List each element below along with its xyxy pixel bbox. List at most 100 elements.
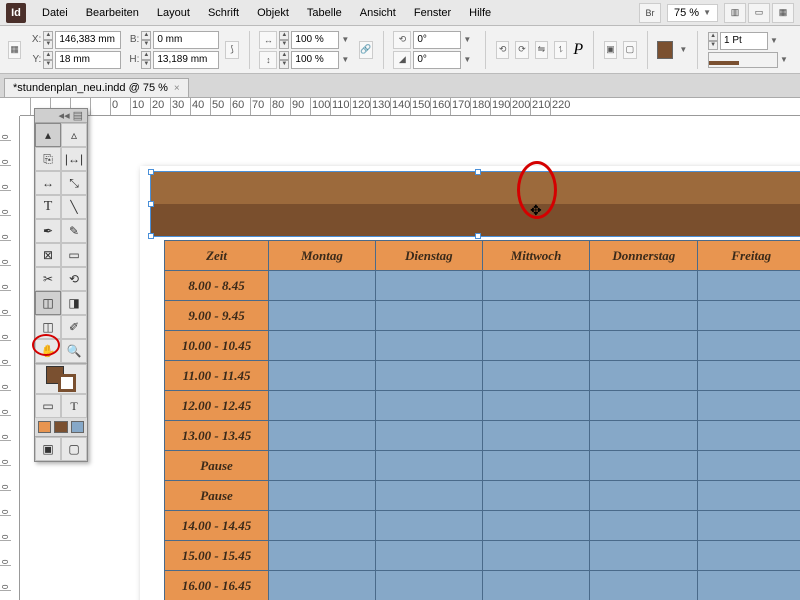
- stroke-weight-input[interactable]: 1 Pt: [720, 32, 768, 50]
- fill-stroke-swatch[interactable]: [35, 364, 87, 394]
- selection-box: [150, 171, 800, 237]
- menu-objekt[interactable]: Objekt: [249, 3, 297, 23]
- handle-n[interactable]: [475, 169, 481, 175]
- th-dienstag: Dienstag: [375, 241, 482, 271]
- rotate-ccw-icon[interactable]: ⟲: [496, 41, 509, 59]
- bridge-icon[interactable]: Br: [639, 3, 661, 23]
- content-placer-tool[interactable]: ⤡: [61, 171, 87, 195]
- workspace[interactable]: ✥ Zeit Montag Dienstag Mittwoch Donnerst…: [20, 116, 800, 600]
- zoom-tool[interactable]: 🔍: [61, 339, 87, 363]
- free-transform-tool[interactable]: ⟲: [61, 267, 87, 291]
- rect-frame-tool[interactable]: ⊠: [35, 243, 61, 267]
- gradient-feather-tool[interactable]: ◨: [61, 291, 87, 315]
- flip-h-icon[interactable]: ⇋: [535, 41, 548, 59]
- th-donnerstag: Donnerstag: [590, 241, 698, 271]
- h-label: H:: [125, 54, 139, 65]
- time-row: 9.00 - 9.45: [165, 301, 269, 331]
- shear-input[interactable]: 0°: [413, 51, 461, 69]
- handle-s[interactable]: [475, 233, 481, 239]
- handle-nw[interactable]: [148, 169, 154, 175]
- gradient-swatch-tool[interactable]: ◫: [35, 291, 61, 315]
- scale-x-input[interactable]: 100 %: [291, 31, 339, 49]
- timetable[interactable]: Zeit Montag Dienstag Mittwoch Donnerstag…: [164, 240, 800, 600]
- direct-select-tool[interactable]: ▵: [61, 123, 87, 147]
- menu-fenster[interactable]: Fenster: [406, 3, 459, 23]
- th-mittwoch: Mittwoch: [482, 241, 589, 271]
- hand-tool[interactable]: ✋: [35, 339, 61, 363]
- swatch-1[interactable]: [38, 421, 51, 433]
- screen-mode-icon[interactable]: ▭: [748, 3, 770, 23]
- document-tab[interactable]: *stundenplan_neu.indd @ 75 % ×: [4, 78, 189, 97]
- zoom-level[interactable]: 75 %▼: [667, 4, 718, 22]
- pause-row: Pause: [165, 451, 269, 481]
- fill-swatch[interactable]: [657, 41, 673, 59]
- vertical-ruler: 000 000 000 000 000 000 0: [0, 116, 20, 600]
- flip-v-icon[interactable]: ⥍: [554, 41, 567, 59]
- close-tab-icon[interactable]: ×: [174, 83, 180, 94]
- content-collector-tool[interactable]: ↔: [35, 171, 61, 195]
- time-row: 11.00 - 11.45: [165, 361, 269, 391]
- h-input[interactable]: 13,189 mm: [153, 51, 219, 69]
- pause-row: Pause: [165, 481, 269, 511]
- palette-header[interactable]: ◂◂▤: [35, 109, 87, 123]
- scale-y-icon: ↕: [259, 51, 277, 69]
- th-montag: Montag: [269, 241, 376, 271]
- type-tool[interactable]: T: [35, 195, 61, 219]
- document-tabs: *stundenplan_neu.indd @ 75 % ×: [0, 74, 800, 98]
- apply-to-text-tool[interactable]: T: [61, 394, 87, 418]
- time-row: 16.00 - 16.45: [165, 571, 269, 600]
- constrain-icon[interactable]: ⟆: [225, 41, 238, 59]
- rotate-input[interactable]: 0°: [413, 31, 461, 49]
- note-tool[interactable]: ◫: [35, 315, 61, 339]
- control-bar: ▦ X:▲▼146,383 mm B:▲▼0 mm Y:▲▼18 mm H:▲▼…: [0, 26, 800, 74]
- time-row: 10.00 - 10.45: [165, 331, 269, 361]
- eyedropper-tool[interactable]: ✐: [61, 315, 87, 339]
- view-mode-normal[interactable]: ▣: [35, 437, 61, 461]
- menu-layout[interactable]: Layout: [149, 3, 198, 23]
- swatch-3[interactable]: [71, 421, 84, 433]
- menu-datei[interactable]: Datei: [34, 3, 76, 23]
- handle-sw[interactable]: [148, 233, 154, 239]
- selection-tool[interactable]: ▴: [35, 123, 61, 147]
- line-tool[interactable]: ╲: [61, 195, 87, 219]
- menu-schrift[interactable]: Schrift: [200, 3, 247, 23]
- page-tool[interactable]: ⎘: [35, 147, 61, 171]
- menu-ansicht[interactable]: Ansicht: [352, 3, 404, 23]
- handle-w[interactable]: [148, 201, 154, 207]
- view-mode-icon[interactable]: ▥: [724, 3, 746, 23]
- apply-color-tool[interactable]: ▭: [35, 394, 61, 418]
- time-row: 13.00 - 13.45: [165, 421, 269, 451]
- header-rectangle[interactable]: [150, 171, 800, 237]
- scale-y-input[interactable]: 100 %: [291, 51, 339, 69]
- menu-bearbeiten[interactable]: Bearbeiten: [78, 3, 147, 23]
- menu-hilfe[interactable]: Hilfe: [461, 3, 499, 23]
- view-mode-preview[interactable]: ▢: [61, 437, 87, 461]
- w-input[interactable]: 0 mm: [153, 31, 219, 49]
- scale-x-icon: ↔: [259, 31, 277, 49]
- arrange-icon[interactable]: ▦: [772, 3, 794, 23]
- link-scale-icon[interactable]: 🔗: [359, 41, 372, 59]
- ref-point-icon[interactable]: ▦: [8, 41, 21, 59]
- x-input[interactable]: 146,383 mm: [55, 31, 121, 49]
- x-label: X:: [27, 34, 41, 45]
- th-zeit: Zeit: [165, 241, 269, 271]
- rotate-cw-icon[interactable]: ⟳: [515, 41, 528, 59]
- scissors-tool[interactable]: ✂: [35, 267, 61, 291]
- swatch-row: [35, 418, 87, 436]
- rectangle-tool[interactable]: ▭: [61, 243, 87, 267]
- tools-palette[interactable]: ◂◂▤ ▴ ▵ ⎘ |↔| ↔ ⤡ T ╲ ✒ ✎ ⊠ ▭ ✂ ⟲ ◫ ◨ ◫ …: [34, 108, 88, 462]
- select-content-icon[interactable]: ▢: [623, 41, 636, 59]
- th-freitag: Freitag: [698, 241, 800, 271]
- y-input[interactable]: 18 mm: [55, 51, 121, 69]
- pen-tool[interactable]: ✒: [35, 219, 61, 243]
- time-row: 12.00 - 12.45: [165, 391, 269, 421]
- pencil-tool[interactable]: ✎: [61, 219, 87, 243]
- document-tab-label: *stundenplan_neu.indd @ 75 %: [13, 82, 168, 94]
- paragraph-mode-icon[interactable]: P: [573, 41, 583, 59]
- rotate-icon: ⟲: [393, 31, 411, 49]
- swatch-2[interactable]: [54, 421, 67, 433]
- select-container-icon[interactable]: ▣: [604, 41, 617, 59]
- time-row: 14.00 - 14.45: [165, 511, 269, 541]
- menu-tabelle[interactable]: Tabelle: [299, 3, 350, 23]
- gap-tool[interactable]: |↔|: [61, 147, 87, 171]
